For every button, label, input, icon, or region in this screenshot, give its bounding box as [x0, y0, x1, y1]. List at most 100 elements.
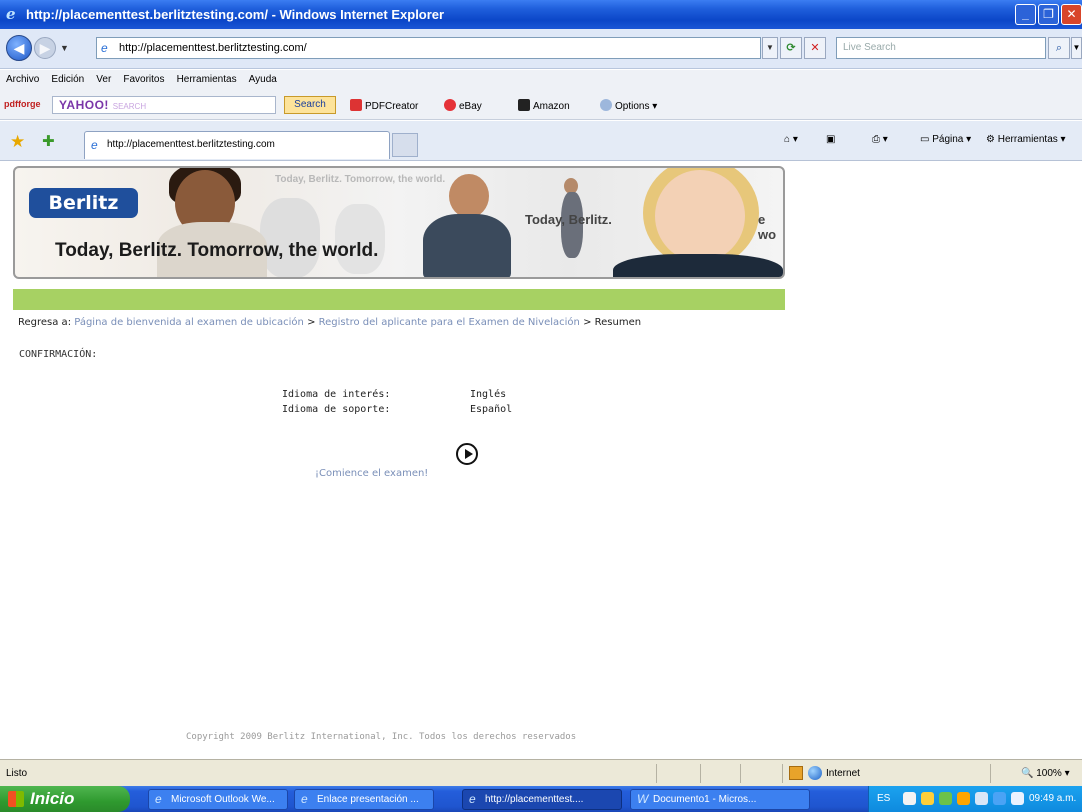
pdfcreator-button[interactable]: PDFCreator [350, 99, 418, 112]
taskbar-item-documento[interactable]: W Documento1 - Micros... [630, 789, 810, 810]
options-label: Options [615, 101, 650, 112]
breadcrumb-link-registration[interactable]: Registro del aplicante para el Examen de… [319, 317, 580, 328]
clock: 09:49 a.m. [1029, 793, 1077, 804]
taskbar-item-placementtest[interactable]: e http://placementtest.... [462, 789, 622, 810]
menu-herramientas[interactable]: Herramientas [173, 70, 242, 85]
breadcrumb-separator: > [307, 317, 316, 328]
banner-photo-man [423, 214, 511, 277]
banner-photo-blur [335, 204, 385, 274]
ie-logo-icon: e [6, 5, 16, 23]
breadcrumb-prefix: Regresa a: [18, 317, 72, 328]
breadcrumb-link-welcome[interactable]: Página de bienvenida al examen de ubicac… [74, 317, 304, 328]
tools-menu-button[interactable]: ⚙ Herramientas ▾ [986, 134, 1066, 145]
address-dropdown-icon[interactable]: ▼ [762, 37, 778, 59]
tab-placementtest[interactable]: e http://placementtest.berlitztesting.co… [84, 131, 390, 159]
tray-network-icon[interactable] [903, 792, 916, 805]
tray-shield-icon[interactable] [921, 792, 934, 805]
language-indicator[interactable]: ES [877, 793, 890, 804]
window-title: http://placementtest.berlitztesting.com/… [26, 7, 445, 22]
options-button[interactable]: Options ▾ [600, 99, 657, 112]
windows-flag-icon [8, 791, 24, 807]
start-button[interactable]: Inicio [0, 786, 130, 812]
taskbar-item-outlook[interactable]: e Microsoft Outlook We... [148, 789, 288, 810]
yahoo-search-button[interactable]: Search [284, 96, 336, 114]
address-toolbar: ◀ ▶ ▼ e http://placementtest.berlitztest… [0, 29, 1082, 69]
new-tab-button[interactable] [392, 133, 418, 157]
tray-display-icon[interactable] [1011, 792, 1024, 805]
menu-edicion[interactable]: Edición [47, 70, 89, 85]
options-icon [600, 99, 612, 111]
berlitz-logo: Berlitz [29, 188, 138, 218]
window-title-bar: e http://placementtest.berlitztesting.co… [0, 0, 1082, 29]
taskbar-item-enlace[interactable]: e Enlace presentación ... [294, 789, 434, 810]
maximize-button[interactable]: ❐ [1038, 4, 1059, 25]
tray-security-icon[interactable] [957, 792, 970, 805]
minimize-button[interactable]: _ [1015, 4, 1036, 25]
status-divider [656, 764, 657, 783]
windows-taskbar: Inicio e Microsoft Outlook We... e Enlace … [0, 786, 1082, 812]
target-language-value: Inglés [470, 389, 507, 400]
confirmation-title: CONFIRMACIÓN: [19, 349, 98, 360]
play-icon[interactable] [456, 443, 478, 465]
back-button[interactable]: ◀ [6, 35, 32, 61]
ie-task-icon: e [155, 792, 162, 806]
pdfforge-logo[interactable]: pdfforge [4, 99, 41, 109]
support-language-value: Español [470, 404, 513, 415]
live-search-input[interactable]: Live Search [836, 37, 1046, 59]
yahoo-logo: YAHOO! [59, 98, 109, 112]
menu-ayuda[interactable]: Ayuda [245, 70, 282, 85]
banner-photo-girl [613, 254, 783, 277]
tab-label: http://placementtest.berlitztesting.com [107, 139, 275, 150]
zoom-level[interactable]: 🔍 100% ▾ [1021, 768, 1070, 779]
menu-favoritos[interactable]: Favoritos [119, 70, 169, 85]
banner-photo-girl [655, 170, 745, 262]
internet-zone-icon [808, 766, 822, 780]
support-language-label: Idioma de soporte: [282, 404, 391, 415]
search-dropdown-icon[interactable]: ▼ [1071, 37, 1082, 59]
berlitz-banner: Berlitz Today, Berlitz. Tomorrow, the wo… [13, 166, 785, 279]
home-icon[interactable]: ⌂ ▾ [784, 134, 798, 145]
tray-app-icon[interactable] [939, 792, 952, 805]
amazon-button[interactable]: Amazon [518, 99, 570, 112]
favorites-star-icon[interactable]: ★ [10, 132, 25, 152]
ebay-icon [444, 99, 456, 111]
print-icon[interactable]: ⎙ ▾ [872, 134, 888, 145]
forward-button[interactable]: ▶ [34, 37, 56, 59]
zoom-value: 100% [1036, 768, 1062, 779]
search-placeholder: Live Search [843, 42, 896, 53]
word-task-icon: W [637, 792, 649, 806]
target-language-label: Idioma de interés: [282, 389, 391, 400]
tools-menu-label: Herramientas [997, 134, 1058, 145]
close-button[interactable]: ✕ [1061, 4, 1082, 25]
address-input[interactable]: e http://placementtest.berlitztesting.co… [96, 37, 761, 59]
banner-faded-fragment: e wo [758, 212, 777, 242]
page-menu-button[interactable]: ▭ Página ▾ [920, 134, 971, 145]
add-favorite-icon[interactable]: ✚ [42, 132, 55, 150]
task-label: Microsoft Outlook We... [171, 794, 275, 805]
banner-faded-fragment: Today, Berlitz. [525, 212, 612, 227]
stop-button[interactable]: ✕ [804, 37, 826, 59]
pdfcreator-label: PDFCreator [365, 101, 419, 112]
history-dropdown-icon[interactable]: ▼ [60, 43, 69, 53]
banner-photo-man [449, 174, 489, 218]
protected-mode-icon[interactable] [789, 766, 803, 780]
tray-monitor-icon[interactable] [993, 792, 1006, 805]
status-bar: Listo Internet 🔍 100% ▾ [0, 759, 1082, 786]
yahoo-hint: SEARCH [112, 102, 147, 111]
tray-volume-icon[interactable] [975, 792, 988, 805]
breadcrumb-current: Resumen [594, 317, 642, 328]
ie-task-icon: e [301, 792, 308, 806]
task-label: Documento1 - Micros... [653, 794, 757, 805]
start-exam-link[interactable]: ¡Comience el examen! [315, 468, 428, 479]
page-icon: e [101, 41, 108, 55]
refresh-button[interactable]: ⟳ [780, 37, 802, 59]
menu-ver[interactable]: Ver [92, 70, 116, 85]
search-icon[interactable]: ⌕ [1048, 37, 1070, 59]
tab-bar: ★ ✚ e http://placementtest.berlitztestin… [0, 121, 1082, 161]
menu-archivo[interactable]: Archivo [0, 70, 44, 85]
ebay-label: eBay [459, 101, 482, 112]
ebay-button[interactable]: eBay [444, 99, 482, 112]
start-label: Inicio [30, 789, 75, 808]
yahoo-search-input[interactable]: YAHOO! SEARCH [52, 96, 276, 114]
feeds-icon[interactable]: ▣ [826, 134, 835, 145]
